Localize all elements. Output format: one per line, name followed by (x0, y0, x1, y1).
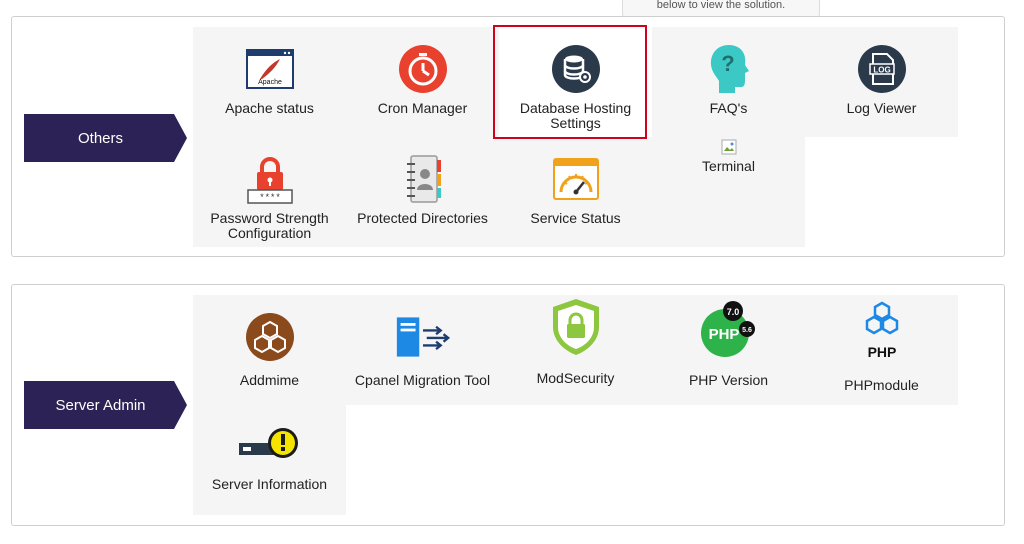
tile-label: Log Viewer (846, 100, 917, 116)
svg-text:Apache: Apache (258, 79, 282, 86)
svg-text:PHP: PHP (867, 344, 896, 360)
tile-log-viewer[interactable]: LOG Log Viewer (805, 27, 958, 137)
tile-label: ModSecurity (536, 370, 615, 386)
tooltip-text: below to view the solution. (656, 0, 786, 11)
tile-addmime[interactable]: Addmime (193, 295, 346, 405)
tile-label: Protected Directories (357, 210, 488, 226)
section-label-server-admin: Server Admin (24, 381, 187, 429)
svg-text:?: ? (721, 51, 734, 76)
svg-text:LOG: LOG (873, 66, 890, 75)
shield-lock-icon (548, 297, 604, 357)
gauge-icon (548, 151, 604, 207)
tile-faqs[interactable]: ? FAQ's (652, 27, 805, 137)
tile-server-information[interactable]: Server Information (193, 405, 346, 515)
apache-icon: Apache (242, 41, 298, 97)
log-icon: LOG (854, 41, 910, 97)
tile-password-strength[interactable]: **** Password Strength Configuration (193, 137, 346, 247)
tile-label: PHP Version (688, 372, 769, 388)
tile-label: Password Strength Configuration (210, 210, 329, 241)
tile-label: Apache status (225, 100, 314, 116)
tile-label: Addmime (239, 372, 300, 388)
tile-label: FAQ's (709, 100, 748, 116)
php-module-icon: PHP (850, 299, 914, 363)
tile-label: Cpanel Migration Tool (354, 372, 491, 388)
tile-label: Terminal (702, 158, 755, 174)
php-version-icon: PHP 7.0 5.6 (697, 299, 761, 359)
tile-label: Server Information (211, 476, 328, 492)
question-head-icon: ? (701, 41, 757, 97)
tile-label: PHPmodule (844, 377, 919, 393)
section-label-others: Others (24, 114, 187, 162)
svg-text:****: **** (259, 193, 281, 203)
svg-text:7.0: 7.0 (726, 307, 739, 317)
tile-protected-directories[interactable]: Protected Directories (346, 137, 499, 247)
tile-cron-manager[interactable]: Cron Manager (346, 27, 499, 137)
section-server-admin: Server Admin Addmime Cpanel Migration To… (11, 284, 1005, 526)
tile-modsecurity[interactable]: ModSecurity (499, 295, 652, 405)
lock-password-icon: **** (242, 151, 298, 207)
tile-label: Service Status (530, 210, 621, 226)
tile-label: Cron Manager (377, 100, 468, 116)
address-book-icon (395, 151, 451, 207)
section-others: Others Apache Apache status Cron Manager (11, 16, 1005, 257)
tile-service-status[interactable]: Service Status (499, 137, 652, 247)
broken-image-icon (721, 139, 736, 155)
tile-cpanel-migration[interactable]: Cpanel Migration Tool (346, 295, 499, 405)
tile-apache-status[interactable]: Apache Apache status (193, 27, 346, 137)
tile-terminal[interactable]: Terminal (652, 137, 805, 247)
svg-text:PHP: PHP (708, 326, 739, 343)
server-warning-icon (235, 419, 305, 475)
server-migrate-icon (395, 309, 451, 365)
cubes-icon (242, 309, 298, 365)
stopwatch-icon (395, 41, 451, 97)
tile-php-version[interactable]: PHP 7.0 5.6 PHP Version (652, 295, 805, 405)
tile-phpmodule[interactable]: PHP PHPmodule (805, 295, 958, 405)
svg-text:5.6: 5.6 (742, 327, 752, 334)
highlight-box (493, 25, 647, 139)
